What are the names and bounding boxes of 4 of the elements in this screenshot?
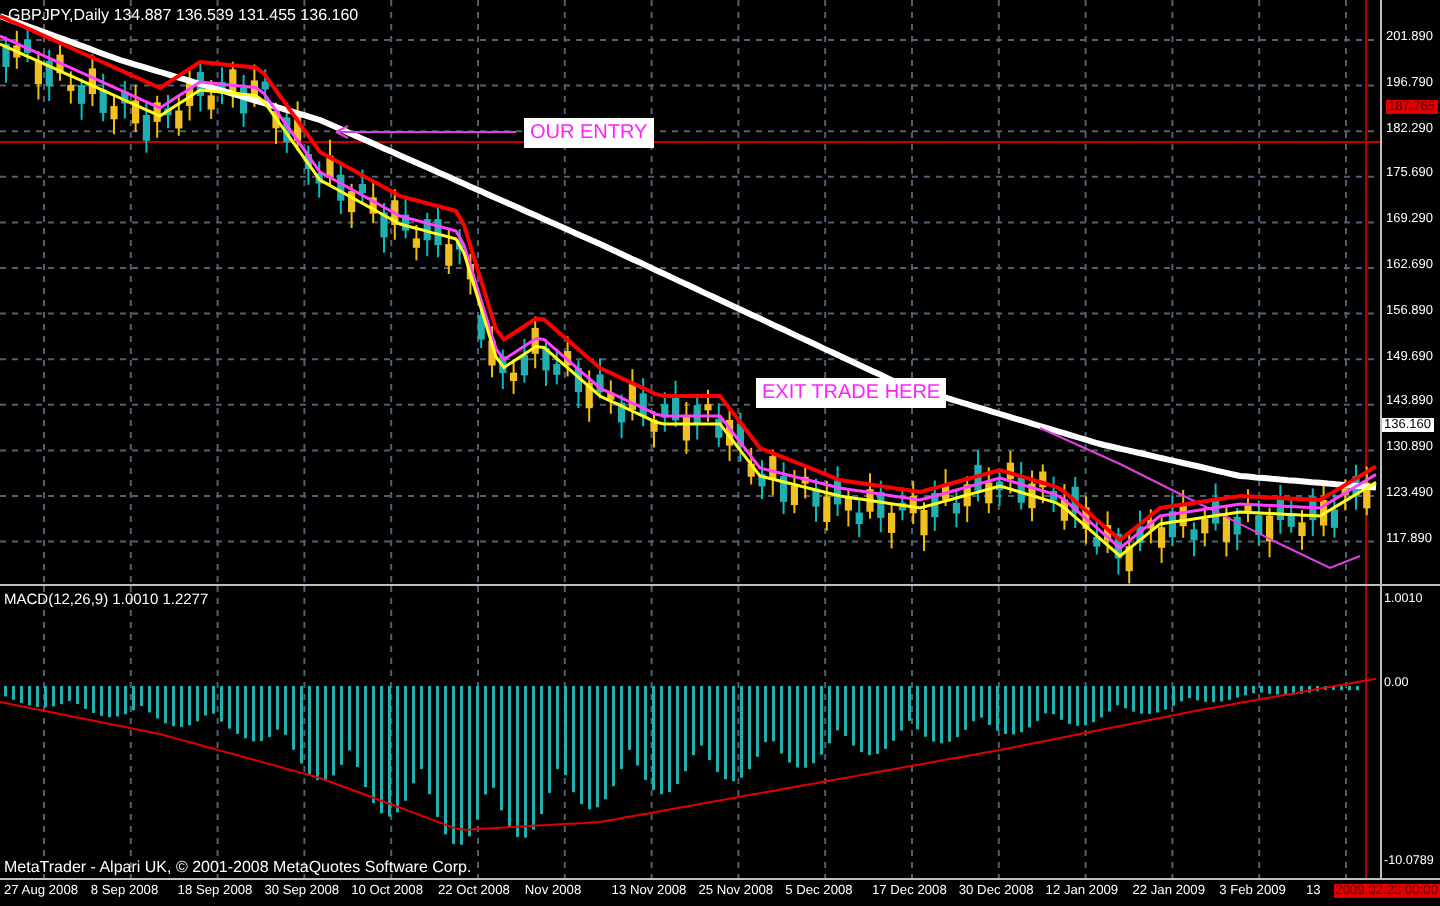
- copyright-text: MetaTrader - Alpari UK, © 2001-2008 MetaQuotes Software Corp.: [4, 858, 472, 876]
- chart-annotation: EXIT TRADE HERE: [756, 378, 947, 408]
- chart-annotation: OUR ENTRY: [524, 118, 654, 148]
- chart-title: GBPJPY,Daily 134.887 136.539 131.455 136.160: [8, 6, 359, 24]
